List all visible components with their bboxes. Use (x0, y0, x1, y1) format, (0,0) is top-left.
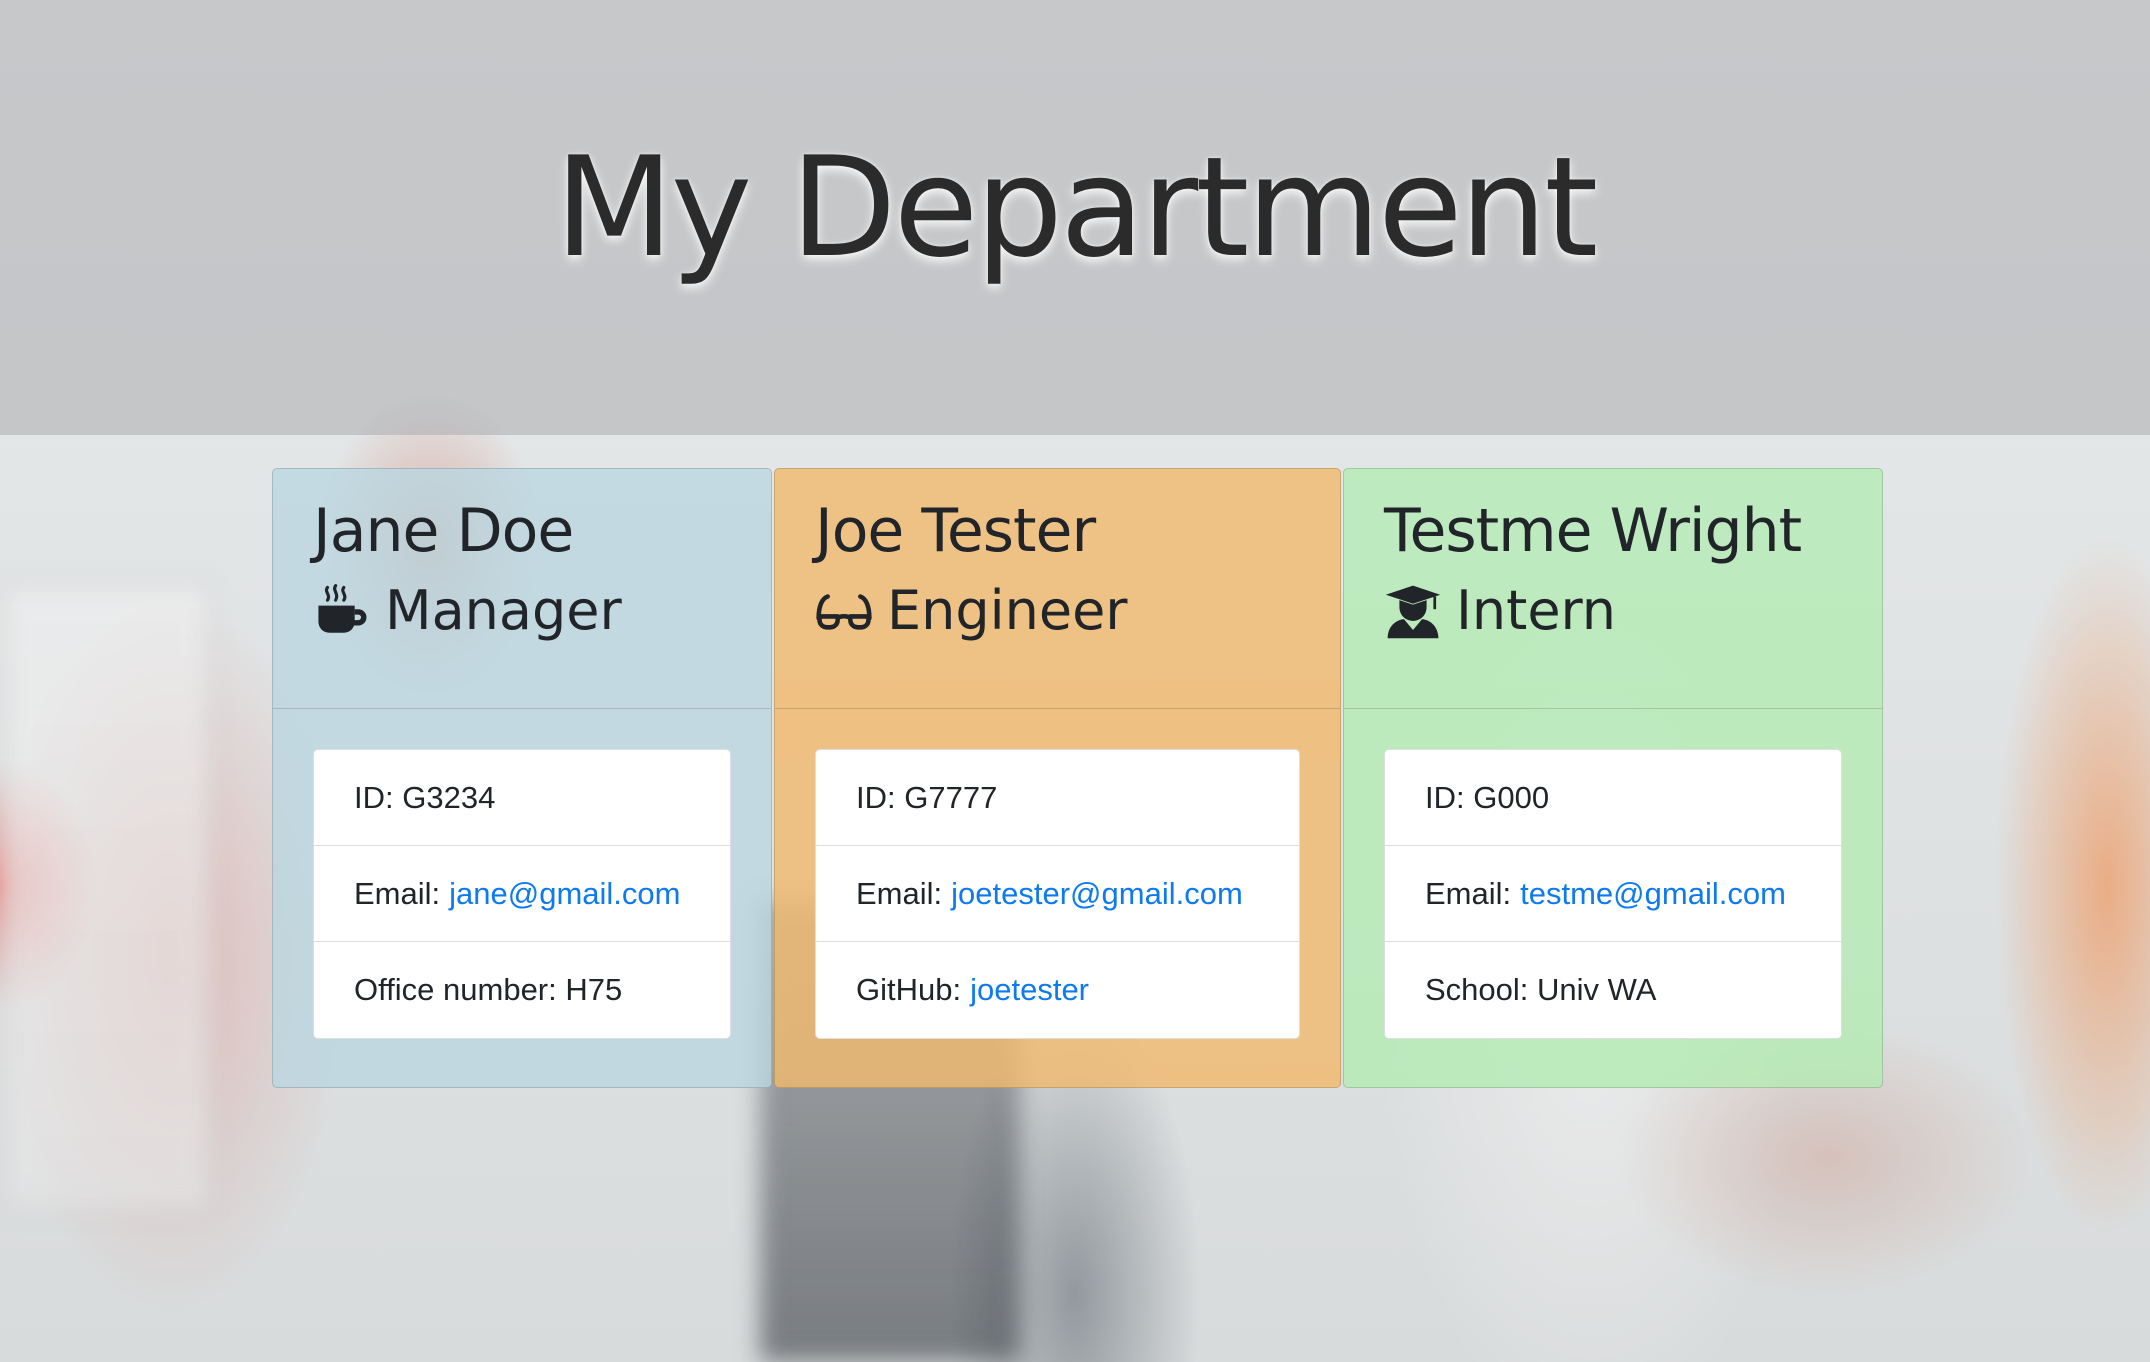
employee-details: ID: G000 Email: testme@gmail.com School:… (1384, 749, 1842, 1039)
email-label: Email: (354, 875, 441, 911)
employee-details: ID: G7777 Email: joetester@gmail.com Git… (815, 749, 1300, 1039)
card-body: ID: G3234 Email: jane@gmail.com Office n… (273, 709, 771, 1079)
employee-details: ID: G3234 Email: jane@gmail.com Office n… (313, 749, 731, 1039)
employee-name: Joe Tester (815, 496, 1096, 566)
employee-name: Testme Wright (1384, 496, 1802, 566)
email-row: Email: testme@gmail.com (1385, 846, 1841, 942)
employee-role: Engineer (815, 579, 1300, 644)
role-label: Manager (385, 579, 622, 642)
card-body: ID: G000 Email: testme@gmail.com School:… (1344, 709, 1882, 1079)
team-cards: Jane Doe Manager ID: G3234 Email: jane@g… (272, 468, 1883, 1088)
page-header: My Department (0, 0, 2150, 435)
card-header: Testme Wright Intern (1344, 469, 1882, 709)
school-label: School: (1425, 972, 1529, 1007)
employee-role: Intern (1384, 579, 1842, 644)
office-number-value: H75 (565, 972, 623, 1007)
id-row: ID: G000 (1385, 750, 1841, 846)
id-label: ID: (856, 779, 896, 815)
office-number-row: Office number: H75 (314, 942, 730, 1038)
id-value: G3234 (402, 779, 496, 815)
employee-card-manager: Jane Doe Manager ID: G3234 Email: jane@g… (272, 468, 772, 1088)
background-frame (0, 580, 212, 1212)
employee-name: Jane Doe (313, 496, 574, 566)
github-link[interactable]: joetester (970, 972, 1089, 1008)
id-label: ID: (354, 779, 394, 815)
glasses-icon (815, 582, 873, 640)
school-row: School: Univ WA (1385, 942, 1841, 1038)
card-header: Joe Tester Engineer (775, 469, 1340, 709)
email-link[interactable]: testme@gmail.com (1520, 876, 1786, 912)
card-body: ID: G7777 Email: joetester@gmail.com Git… (775, 709, 1340, 1079)
graduate-icon (1384, 582, 1442, 640)
employee-card-engineer: Joe Tester Engineer ID: G7777 Email: joe… (774, 468, 1341, 1088)
email-row: Email: jane@gmail.com (314, 846, 730, 942)
github-row: GitHub: joetester (816, 942, 1299, 1038)
school-value: Univ WA (1537, 972, 1657, 1007)
email-link[interactable]: joetester@gmail.com (951, 876, 1243, 912)
id-value: G7777 (904, 779, 998, 815)
office-number-label: Office number: (354, 972, 557, 1007)
email-link[interactable]: jane@gmail.com (449, 876, 680, 912)
id-row: ID: G7777 (816, 750, 1299, 846)
github-label: GitHub: (856, 972, 962, 1007)
page-title: My Department (554, 127, 1599, 288)
email-label: Email: (1425, 875, 1512, 911)
email-row: Email: joetester@gmail.com (816, 846, 1299, 942)
card-header: Jane Doe Manager (273, 469, 771, 709)
employee-card-intern: Testme Wright Intern ID: G000 Email: tes… (1343, 468, 1883, 1088)
role-label: Intern (1456, 579, 1617, 642)
role-label: Engineer (887, 579, 1128, 642)
employee-role: Manager (313, 579, 731, 644)
id-value: G000 (1473, 779, 1550, 815)
id-label: ID: (1425, 779, 1465, 815)
email-label: Email: (856, 875, 943, 911)
id-row: ID: G3234 (314, 750, 730, 846)
coffee-icon (313, 582, 371, 640)
